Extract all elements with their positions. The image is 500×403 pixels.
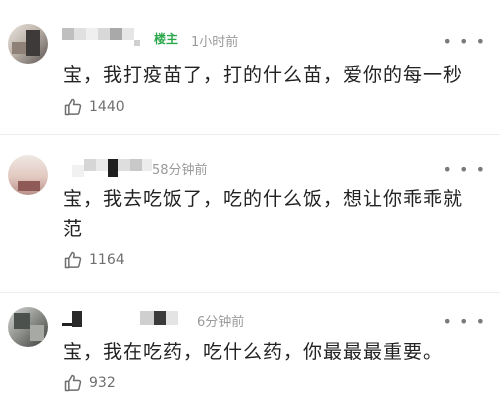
comment-item: 6分钟前 • • • 宝，我在吃药，吃什么药，你最最最重要。 932 [0,293,500,403]
username-redacted[interactable] [62,159,152,177]
avatar[interactable] [8,24,48,64]
username-redacted[interactable] [62,28,140,46]
like-button[interactable]: 932 [63,373,116,393]
comment-text: 宝，我在吃药，吃什么药，你最最最重要。 [63,341,444,363]
comment-text: 宝，我打疫苗了，打的什么苗，爱你的每一秒 [63,64,464,86]
comment-item: 58分钟前 • • • 宝，我去吃饭了，吃的什么饭，想让你乖乖就范 1164 [0,135,500,290]
more-options-icon[interactable]: • • • [443,314,486,330]
thumbs-up-icon [63,97,83,117]
comment-time: 6分钟前 [197,315,245,330]
like-count: 1440 [89,99,125,115]
avatar[interactable] [8,155,48,195]
comment-time: 1小时前 [191,35,239,50]
like-count: 1164 [89,252,125,268]
like-count: 932 [89,375,116,391]
comment-time: 58分钟前 [152,163,208,178]
comment-item: 楼主 1小时前 • • • 宝，我打疫苗了，打的什么苗，爱你的每一秒 1440 [0,0,500,130]
thumbs-up-icon [63,250,83,270]
more-options-icon[interactable]: • • • [443,162,486,178]
like-button[interactable]: 1164 [63,250,125,270]
username-redacted[interactable] [62,311,182,329]
comment-text: 宝，我去吃饭了，吃的什么饭，想让你乖乖就范 [63,188,464,240]
op-badge: 楼主 [154,32,179,46]
more-options-icon[interactable]: • • • [443,34,486,50]
like-button[interactable]: 1440 [63,97,125,117]
avatar[interactable] [8,307,48,347]
thumbs-up-icon [63,373,83,393]
